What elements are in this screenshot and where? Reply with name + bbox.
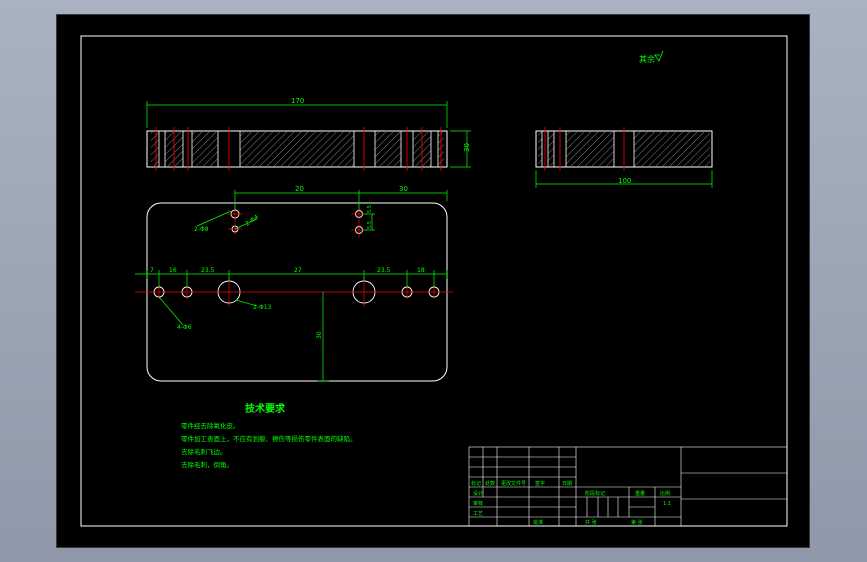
dim-side-width: 100 (618, 177, 631, 185)
tech-note-1: 零件经去除氧化皮。 (181, 421, 240, 430)
dim-row-16: 16 (169, 267, 177, 274)
tb-row-design: 设计 (473, 490, 483, 497)
drawing-canvas: 其余 170 30 100 20 30 5.5 5.5 2-Φ8 2-Φ4 7 … (80, 35, 788, 527)
tb-row-review: 审核 (473, 500, 483, 507)
front-section-view: 170 30 (146, 97, 471, 171)
tb-row-approve: 批准 (533, 519, 543, 526)
side-section-view: 100 (535, 127, 713, 188)
tb-row-process: 工艺 (473, 511, 483, 517)
dim-top-length: 170 (291, 97, 304, 105)
label-big-hole: 2-Φ13 (253, 304, 272, 311)
label-hole-2: 2-Φ4 (244, 213, 260, 227)
dim-row-18: 18 (417, 267, 425, 274)
tb-sheet-no: 第 张 (631, 519, 643, 526)
label-hole-1: 2-Φ8 (194, 226, 209, 233)
tech-title: 技术要求 (245, 402, 286, 415)
tb-header-count: 处数 (485, 480, 495, 487)
plan-view: 20 30 5.5 5.5 2-Φ8 2-Φ4 7 16 23.5 27 23.… (135, 185, 453, 382)
tb-stage-scale: 比例 (660, 490, 670, 497)
dim-top-height: 30 (463, 143, 471, 152)
surface-roughness-symbol: 其余 (639, 50, 664, 64)
tb-scale-value: 1:1 (663, 501, 671, 507)
tb-sheet-total: 共 张 (585, 519, 597, 526)
dim-plan-30: 30 (399, 185, 408, 193)
dim-depth-30: 30 (316, 331, 323, 339)
tb-header-mark: 标记 (471, 480, 481, 487)
dim-plan-20: 20 (295, 185, 304, 193)
dim-row-23-5b: 23.5 (377, 267, 391, 274)
dim-row-27: 27 (294, 267, 302, 274)
cad-viewport[interactable]: 其余 170 30 100 20 30 5.5 5.5 2-Φ8 2-Φ4 7 … (56, 14, 810, 548)
tech-note-2: 零件加工表面上，不应有划痕、擦伤等损伤零件表面的缺陷。 (181, 434, 357, 443)
surface-symbol-label: 其余 (639, 54, 655, 64)
dim-row-23-5a: 23.5 (201, 267, 215, 274)
tb-stage-mark: 阶段标记 (585, 490, 605, 497)
dim-vert-a: 5.5 (367, 205, 373, 213)
label-hole-4: 4-Φ6 (177, 324, 192, 331)
tb-header-file: 更改文件号 (501, 480, 526, 487)
technical-requirements: 技术要求 零件经去除氧化皮。 零件加工表面上，不应有划痕、擦伤等损伤零件表面的缺… (181, 402, 357, 469)
tb-header-date: 日期 (562, 481, 572, 487)
dim-vert-b: 5.5 (367, 221, 373, 229)
dim-row-7: 7 (150, 267, 154, 274)
tech-note-3: 去除毛刺飞边。 (181, 447, 227, 456)
tb-stage-weight: 重量 (635, 490, 645, 497)
tb-header-sign: 签字 (535, 480, 545, 487)
tech-note-4: 去除毛刺，倒角。 (181, 460, 233, 469)
